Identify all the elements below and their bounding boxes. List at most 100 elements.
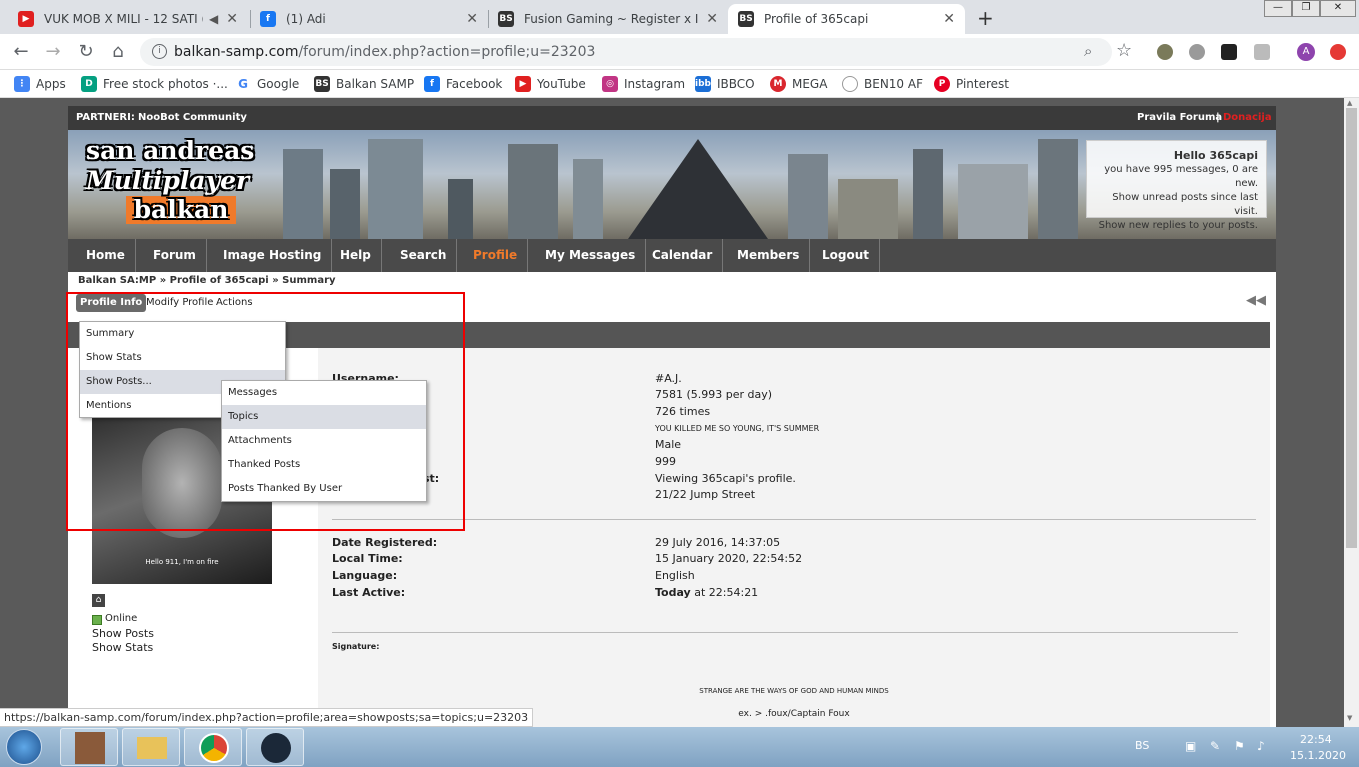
volume-icon[interactable]: ♪ bbox=[1257, 739, 1265, 753]
menu-image-hosting[interactable]: Image Hosting bbox=[213, 239, 333, 272]
extension-history-icon[interactable] bbox=[1189, 44, 1205, 60]
bookmark-ibbco[interactable]: ibb IBBCO bbox=[695, 76, 755, 92]
dropdown-summary[interactable]: Summary bbox=[80, 322, 285, 346]
menu-forum[interactable]: Forum bbox=[143, 239, 207, 272]
show-posts-link[interactable]: Show Posts bbox=[92, 627, 154, 640]
restore-button[interactable]: ❐ bbox=[1292, 0, 1320, 17]
menu-profile[interactable]: Profile bbox=[463, 239, 529, 272]
bookmark-pinterest[interactable]: P Pinterest bbox=[934, 76, 1009, 92]
browser-tab-active[interactable]: BS Profile of 365capi ✕ bbox=[728, 4, 965, 34]
forward-icon[interactable]: → bbox=[42, 41, 64, 63]
action-center-icon[interactable]: ⚑ bbox=[1234, 739, 1245, 753]
menu-logout[interactable]: Logout bbox=[812, 239, 881, 272]
clock-date[interactable]: 15.1.2020 bbox=[1290, 749, 1346, 762]
window-close-button[interactable]: ✕ bbox=[1320, 0, 1356, 17]
logo-text: balkan bbox=[126, 196, 236, 224]
greeting-title: Hello 365capi bbox=[1173, 149, 1258, 162]
menu-calendar[interactable]: Calendar bbox=[642, 239, 724, 272]
clock-time[interactable]: 22:54 bbox=[1300, 733, 1332, 746]
url-host: balkan-samp.com bbox=[174, 44, 299, 60]
home-icon[interactable]: ⌂ bbox=[107, 41, 129, 63]
bookmark-stock-photos[interactable]: D Free stock photos ·... bbox=[81, 76, 228, 92]
close-icon[interactable]: ✕ bbox=[226, 11, 238, 27]
bookmark-google[interactable]: G Google bbox=[235, 76, 299, 92]
bookmark-mega[interactable]: M MEGA bbox=[770, 76, 827, 92]
start-button-icon[interactable] bbox=[6, 729, 42, 765]
submenu-thanked-posts[interactable]: Thanked Posts bbox=[222, 453, 426, 477]
breadcrumb-summary[interactable]: Summary bbox=[282, 275, 335, 286]
unread-posts-link[interactable]: Show unread posts since last visit. bbox=[1095, 191, 1258, 219]
banner-building bbox=[913, 149, 943, 239]
profile-avatar-icon[interactable]: A bbox=[1297, 43, 1315, 61]
scroll-down-icon[interactable]: ▼ bbox=[1347, 714, 1352, 722]
new-replies-link[interactable]: Show new replies to your posts. bbox=[1095, 219, 1258, 233]
gta-sa-taskbar-icon[interactable] bbox=[60, 728, 118, 766]
submenu-topics[interactable]: Topics bbox=[222, 405, 426, 429]
language-indicator[interactable]: BS bbox=[1135, 739, 1149, 752]
star-icon[interactable]: ☆ bbox=[1116, 40, 1132, 61]
extension-bulb-icon[interactable] bbox=[1157, 44, 1173, 60]
show-stats-link[interactable]: Show Stats bbox=[92, 641, 153, 654]
reload-icon[interactable]: ↻ bbox=[75, 41, 97, 63]
dropdown-show-stats[interactable]: Show Stats bbox=[80, 346, 285, 370]
banner-building bbox=[330, 169, 360, 239]
extension-tampermonkey-icon[interactable] bbox=[1221, 44, 1237, 60]
partner-link[interactable]: NooBot Community bbox=[138, 112, 247, 123]
scroll-up-icon[interactable]: ▲ bbox=[1347, 99, 1352, 107]
bookmark-label: Pinterest bbox=[956, 77, 1010, 91]
page-scrollbar[interactable]: ▲ ▼ bbox=[1344, 98, 1359, 727]
menu-my-messages[interactable]: My Messages bbox=[535, 239, 647, 272]
tab-modify-profile[interactable]: Modify Profile bbox=[146, 294, 213, 312]
menu-members[interactable]: Members bbox=[727, 239, 811, 272]
info-icon[interactable]: i bbox=[152, 44, 167, 59]
steam-taskbar-icon[interactable] bbox=[246, 728, 304, 766]
update-icon[interactable] bbox=[1330, 44, 1346, 60]
submenu-messages[interactable]: Messages bbox=[222, 381, 426, 405]
menu-search[interactable]: Search bbox=[390, 239, 458, 272]
scrollbar-thumb[interactable] bbox=[1346, 108, 1357, 548]
address-bar[interactable]: i balkan-samp.com/forum/index.php?action… bbox=[140, 38, 1112, 66]
bookmark-apps[interactable]: ⋮ Apps bbox=[14, 76, 66, 92]
breadcrumb-profile[interactable]: Profile of 365capi bbox=[170, 275, 269, 286]
bookmark-facebook[interactable]: f Facebook bbox=[424, 76, 502, 92]
donate-link[interactable]: Donacija bbox=[1223, 112, 1272, 123]
submenu-attachments[interactable]: Attachments bbox=[222, 429, 426, 453]
close-icon[interactable]: ✕ bbox=[943, 11, 955, 27]
tab-actions[interactable]: Actions bbox=[216, 294, 253, 312]
tab-profile-info[interactable]: Profile Info bbox=[76, 294, 147, 312]
menu-home[interactable]: Home bbox=[76, 239, 136, 272]
bookmark-balkan-samp[interactable]: BS Balkan SAMP bbox=[314, 76, 414, 92]
signature-label: Signature: bbox=[332, 642, 380, 651]
close-icon[interactable]: ✕ bbox=[706, 11, 718, 27]
close-icon[interactable]: ✕ bbox=[466, 11, 478, 27]
pen-icon[interactable]: ✎ bbox=[1210, 739, 1220, 753]
new-tab-button[interactable]: + bbox=[977, 6, 994, 30]
last-active-time: at 22:54:21 bbox=[690, 586, 759, 599]
zoom-search-icon[interactable]: ⌕ bbox=[1084, 42, 1092, 60]
menu-help[interactable]: Help bbox=[330, 239, 382, 272]
bookmark-ben10[interactable]: BEN10 AF bbox=[842, 76, 923, 92]
avatar-face-shape bbox=[142, 428, 222, 538]
tab-title: VUK MOB X MILI - 12 SATI (L bbox=[44, 12, 204, 26]
collapse-icon[interactable]: ◀◀ bbox=[1246, 293, 1266, 308]
breadcrumb-home[interactable]: Balkan SA:MP bbox=[78, 275, 156, 286]
back-icon[interactable]: ← bbox=[10, 41, 32, 63]
submenu-posts-thanked-by-user[interactable]: Posts Thanked By User bbox=[222, 477, 426, 501]
greeting-messages[interactable]: you have 995 messages, 0 are new. bbox=[1095, 163, 1258, 191]
separator: | bbox=[1216, 112, 1220, 123]
bookmark-youtube[interactable]: ▶ YouTube bbox=[515, 76, 586, 92]
rules-link[interactable]: Pravila Foruma bbox=[1137, 112, 1222, 123]
network-icon[interactable]: ▣ bbox=[1185, 739, 1196, 753]
bookmark-instagram[interactable]: ◎ Instagram bbox=[602, 76, 685, 92]
browser-tab[interactable]: ▶ VUK MOB X MILI - 12 SATI (L ◀︎ ✕ bbox=[8, 4, 248, 34]
chrome-taskbar-icon[interactable] bbox=[184, 728, 242, 766]
minimize-button[interactable]: — bbox=[1264, 0, 1292, 17]
browser-toolbar: ← → ↻ ⌂ i balkan-samp.com/forum/index.ph… bbox=[0, 34, 1359, 70]
explorer-taskbar-icon[interactable] bbox=[122, 728, 180, 766]
home-icon[interactable]: ⌂ bbox=[92, 594, 105, 607]
browser-tab[interactable]: BS Fusion Gaming ~ Register x InGa ✕ bbox=[488, 4, 728, 34]
speaker-icon[interactable]: ◀︎ bbox=[209, 12, 218, 26]
extension-s-icon[interactable] bbox=[1254, 44, 1270, 60]
browser-tab[interactable]: f (1) Adi ✕ bbox=[250, 4, 488, 34]
ben10-icon bbox=[842, 76, 858, 92]
